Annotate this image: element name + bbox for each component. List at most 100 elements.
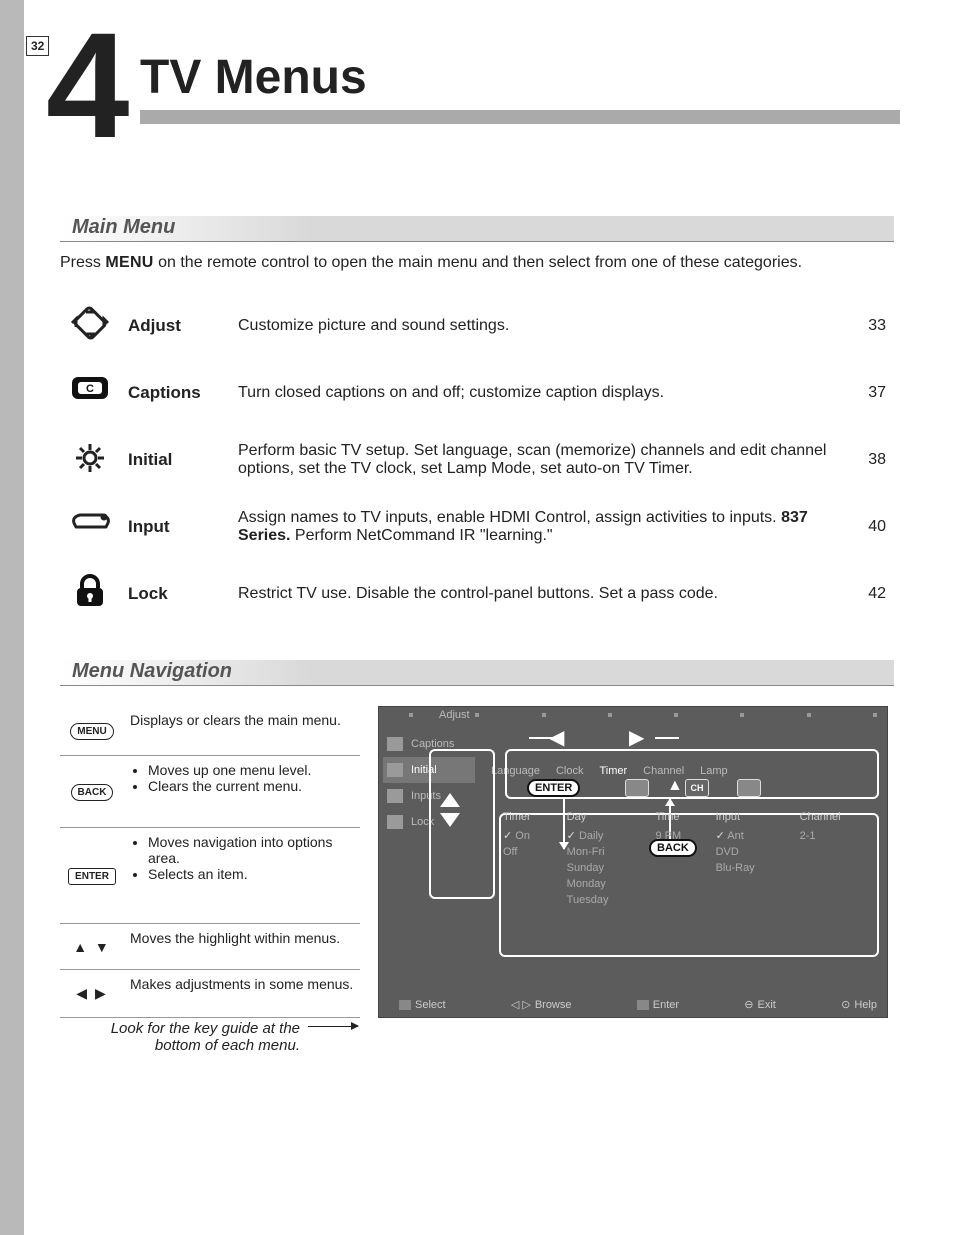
menu-row-adjust: Adjust Customize picture and sound setti…: [60, 292, 894, 359]
tv-col-header: Input: [712, 807, 796, 827]
menu-desc: Restrict TV use. Disable the control-pan…: [230, 560, 844, 627]
menu-row-input: Input Assign names to TV inputs, enable …: [60, 493, 894, 560]
tv-col-header: Timer: [499, 807, 563, 827]
updown-arrows-icon: ▲ ▼: [73, 939, 111, 955]
menu-row-captions: C Captions Turn closed captions on and o…: [60, 359, 894, 426]
clock-subtab-icon: [625, 779, 649, 797]
menu-name: Captions: [120, 359, 230, 426]
tv-cell: Monday: [563, 876, 652, 892]
right-arrow-icon: ▶: [629, 725, 644, 750]
keyguide-label: Select: [415, 999, 446, 1011]
menu-row-lock: Lock Restrict TV use. Disable the contro…: [60, 560, 894, 627]
initial-icon: [68, 440, 112, 474]
menu-key-label: MENU: [105, 254, 153, 271]
tv-col-header: Day: [563, 807, 652, 827]
updown-icon: [399, 1000, 411, 1010]
keyguide-note: Look for the key guide at the bottom of …: [100, 1020, 300, 1054]
page-left-band: [0, 0, 24, 1235]
nav-row-menu: MENU Displays or clears the main menu.: [60, 706, 360, 756]
menu-desc: Turn closed captions on and off; customi…: [230, 359, 844, 426]
nav-desc-item: Moves navigation into options area.: [148, 834, 354, 866]
menu-navigation-section: Menu Navigation MENU Displays or clears …: [60, 660, 894, 1018]
tv-cell: Sunday: [563, 860, 652, 876]
enter-button-icon: ENTER: [68, 868, 116, 885]
tv-top-dots: [409, 713, 877, 723]
updown-arrow-overlay: [435, 793, 465, 827]
leftright-arrows-icon: ◀ ▶: [76, 985, 107, 1001]
nav-desc: Makes adjustments in some menus.: [124, 970, 360, 1018]
tv-keyguide-bar: Select ◁ ▷Browse Enter ⊖ Exit ⊙ Help: [399, 998, 877, 1011]
nav-row-updown: ▲ ▼ Moves the highlight within menus.: [60, 924, 360, 970]
keyguide-enter: Enter: [637, 999, 679, 1011]
menu-navigation-header: Menu Navigation: [60, 660, 894, 686]
exit-icon: ⊖: [744, 998, 753, 1011]
keyguide-exit: ⊖ Exit: [744, 998, 776, 1011]
lamp-subtab-icon: [737, 779, 761, 797]
chapter-number: 4: [46, 10, 129, 160]
keyguide-select: Select: [399, 999, 446, 1011]
nav-desc-item: Moves up one menu level.: [148, 762, 354, 778]
tv-cell: Ant: [712, 827, 796, 844]
tv-cell: Daily: [563, 827, 652, 844]
up-arrow-icon: ▲: [667, 777, 683, 795]
keyguide-label: Browse: [535, 999, 572, 1011]
tv-cell: Blu-Ray: [712, 860, 796, 876]
tv-menu-screenshot: Adjust Captions Initial Inputs Lock Lang…: [378, 706, 888, 1018]
input-icon: [387, 789, 403, 803]
menu-name: Adjust: [120, 292, 230, 359]
back-button-icon: BACK: [71, 784, 114, 801]
menu-desc: Assign names to TV inputs, enable HDMI C…: [230, 493, 844, 560]
tv-cell: Mon-Fri: [563, 844, 652, 860]
keyguide-browse: ◁ ▷Browse: [511, 998, 572, 1011]
menu-page: 33: [844, 292, 894, 359]
help-icon: ⊙: [841, 998, 850, 1011]
main-menu-section: Main Menu Press MENU on the remote contr…: [60, 216, 894, 627]
menu-page: 40: [844, 493, 894, 560]
intro-post: on the remote control to open the main m…: [154, 254, 802, 271]
right-arrow-line: [655, 737, 679, 739]
menu-name: Initial: [120, 426, 230, 493]
keyguide-label: Help: [854, 999, 877, 1011]
tv-top-tab: Adjust: [439, 709, 470, 721]
nav-desc-list: Moves navigation into options area. Sele…: [148, 834, 354, 882]
menu-page: 42: [844, 560, 894, 627]
initial-icon: [387, 763, 403, 777]
nav-desc: Displays or clears the main menu.: [124, 706, 360, 756]
keyguide-arrow: [308, 1026, 358, 1027]
enter-icon: [637, 1000, 649, 1010]
chapter-title: TV Menus: [140, 50, 367, 105]
keyguide-help: ⊙ Help: [841, 998, 877, 1011]
nav-desc: Moves the highlight within menus.: [124, 924, 360, 970]
keyguide-label: Enter: [653, 999, 679, 1011]
lock-icon: [68, 574, 112, 608]
adjust-icon: [68, 306, 112, 340]
nav-row-leftright: ◀ ▶ Makes adjustments in some menus.: [60, 970, 360, 1018]
tv-cell: 2-1: [796, 827, 883, 844]
title-underline: [140, 110, 900, 124]
menu-button-icon: MENU: [70, 723, 113, 740]
nav-desc-item: Clears the current menu.: [148, 778, 354, 794]
menu-page: 38: [844, 426, 894, 493]
tv-cell: On: [499, 827, 563, 844]
tv-cell: Off: [499, 844, 563, 860]
tv-content-table: Timer Day Time Input Channel On Daily 9 …: [499, 807, 883, 908]
nav-row-enter: ENTER Moves navigation into options area…: [60, 827, 360, 924]
menu-row-initial: Initial Perform basic TV setup. Set lang…: [60, 426, 894, 493]
tv-cell: Tuesday: [563, 892, 652, 908]
tv-cell: DVD: [712, 844, 796, 860]
tv-cell: 9 PM: [651, 827, 711, 844]
main-menu-header: Main Menu: [60, 216, 894, 242]
menu-page: 37: [844, 359, 894, 426]
menu-desc: Perform basic TV setup. Set language, sc…: [230, 426, 844, 493]
channel-subtab-icon: CH: [685, 779, 709, 797]
tv-col-header: Channel: [796, 807, 883, 827]
lock-icon: [387, 815, 403, 829]
intro-pre: Press: [60, 254, 105, 271]
nav-desc-item: Selects an item.: [148, 866, 354, 882]
keyguide-label: Exit: [758, 999, 776, 1011]
menu-name: Lock: [120, 560, 230, 627]
captions-icon: C: [68, 373, 112, 407]
nav-row-back: BACK Moves up one menu level. Clears the…: [60, 756, 360, 827]
enter-overlay-label: ENTER: [527, 779, 580, 797]
main-menu-intro: Press MENU on the remote control to open…: [60, 254, 894, 272]
